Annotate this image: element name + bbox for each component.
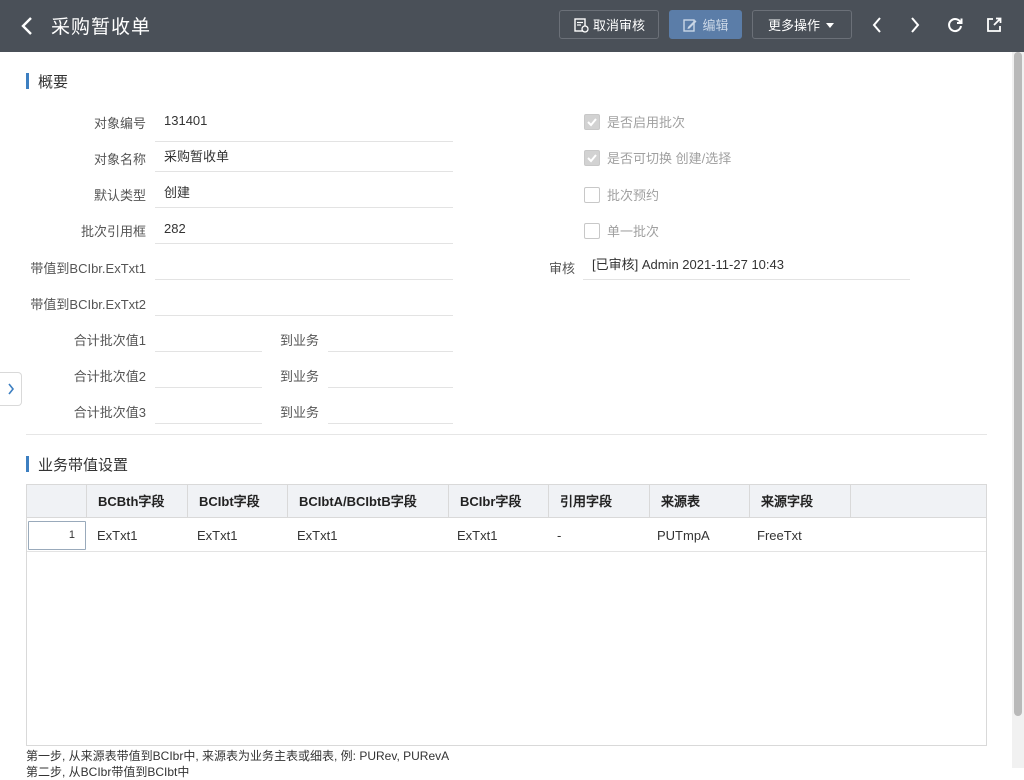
sum3-to-business-field[interactable] bbox=[328, 388, 453, 424]
edit-label: 编辑 bbox=[702, 18, 729, 33]
object-name-label: 对象名称 bbox=[93, 152, 146, 167]
cell-bcibta[interactable]: ExTxt1 bbox=[287, 519, 337, 552]
batch-reserve-checkbox[interactable]: 批次预约 bbox=[584, 185, 659, 204]
section-divider bbox=[26, 434, 987, 435]
review-field: [已审核] Admin 2021-11-27 10:43 bbox=[583, 244, 910, 280]
next-record-button[interactable] bbox=[902, 12, 928, 38]
grid-header-rownum bbox=[27, 485, 87, 518]
chevron-right-icon bbox=[911, 17, 920, 33]
single-batch-label: 单一批次 bbox=[607, 224, 660, 239]
sum3-to-business-label: 到业务 bbox=[280, 405, 320, 420]
cancel-review-label: 取消审核 bbox=[592, 18, 645, 33]
grid-header-bcbth[interactable]: BCBth字段 bbox=[87, 485, 188, 518]
check-icon bbox=[584, 149, 600, 166]
carry-txt1-field[interactable] bbox=[155, 244, 453, 280]
sum2-to-business-field[interactable] bbox=[328, 352, 453, 388]
check-icon bbox=[584, 113, 600, 130]
enable-batch-label: 是否启用批次 bbox=[607, 115, 686, 130]
carry-section-title: 业务带值设置 bbox=[26, 454, 128, 475]
more-actions-label: 更多操作 bbox=[767, 18, 820, 33]
sum2-field[interactable] bbox=[155, 352, 262, 388]
cell-source-field[interactable]: FreeTxt bbox=[747, 519, 802, 552]
grid-header: BCBth字段 BCIbt字段 BCIbtA/BCIbtB字段 BCIbr字段 … bbox=[27, 485, 986, 518]
grid-header-source-table[interactable]: 来源表 bbox=[650, 485, 750, 518]
previous-record-button[interactable] bbox=[864, 12, 890, 38]
sum3-field[interactable] bbox=[155, 388, 262, 424]
external-link-icon bbox=[987, 17, 1002, 32]
object-name-field[interactable]: 采购暂收单 bbox=[155, 136, 453, 172]
batch-reserve-label: 批次预约 bbox=[607, 188, 660, 203]
more-actions-dropdown[interactable]: 更多操作 bbox=[752, 10, 852, 39]
open-external-button[interactable] bbox=[981, 12, 1007, 38]
sum2-to-business-label: 到业务 bbox=[280, 369, 320, 384]
batch-ref-box-label: 批次引用框 bbox=[80, 224, 146, 239]
sum3-label: 合计批次值3 bbox=[73, 405, 146, 420]
sum2-label: 合计批次值2 bbox=[73, 369, 146, 384]
review-label: 审核 bbox=[548, 261, 575, 276]
grid-header-bcibr[interactable]: BCIbr字段 bbox=[449, 485, 549, 518]
grid-header-source-field[interactable]: 来源字段 bbox=[750, 485, 851, 518]
page-title: 采购暂收单 bbox=[51, 17, 152, 38]
sum1-field[interactable] bbox=[155, 316, 262, 352]
object-no-label: 对象编号 bbox=[93, 116, 146, 131]
edit-button[interactable]: 编辑 bbox=[669, 10, 742, 39]
carry-settings-grid: BCBth字段 BCIbt字段 BCIbtA/BCIbtB字段 BCIbr字段 … bbox=[26, 484, 987, 746]
grid-header-ref-field[interactable]: 引用字段 bbox=[549, 485, 650, 518]
enable-batch-checkbox[interactable]: 是否启用批次 bbox=[584, 112, 685, 131]
app-header: 采购暂收单 取消审核 编辑 更多操作 bbox=[0, 0, 1024, 52]
help-note-1: 第一步, 从来源表带值到BCIbr中, 来源表为业务主表或细表, 例: PURe… bbox=[26, 749, 450, 763]
carry-txt1-label: 带值到BCIbr.ExTxt1 bbox=[30, 261, 146, 276]
edit-icon bbox=[683, 18, 697, 32]
scrollbar-thumb[interactable] bbox=[1014, 52, 1022, 716]
default-type-label: 默认类型 bbox=[93, 188, 146, 203]
grid-header-bcibt[interactable]: BCIbt字段 bbox=[188, 485, 288, 518]
carry-txt2-label: 带值到BCIbr.ExTxt2 bbox=[30, 297, 146, 312]
checkbox-box bbox=[584, 186, 600, 203]
default-type-field[interactable]: 创建 bbox=[155, 172, 453, 208]
cell-bcbth[interactable]: ExTxt1 bbox=[87, 519, 137, 552]
cell-source-table[interactable]: PUTmpA bbox=[647, 519, 710, 552]
chevron-left-icon bbox=[21, 17, 32, 35]
caret-down-icon bbox=[826, 22, 834, 28]
table-row[interactable]: 1 ExTxt1 ExTxt1 ExTxt1 ExTxt1 - PUTmpA F… bbox=[27, 519, 986, 552]
refresh-icon bbox=[948, 18, 963, 33]
grid-header-bcibta[interactable]: BCIbtA/BCIbtB字段 bbox=[288, 485, 449, 518]
carry-txt2-field[interactable] bbox=[155, 280, 453, 316]
chevron-left-icon bbox=[872, 17, 881, 33]
cell-ref-field[interactable]: - bbox=[547, 519, 561, 552]
cancel-review-icon bbox=[574, 17, 589, 33]
checkbox-box bbox=[584, 222, 600, 239]
vertical-scrollbar[interactable] bbox=[1012, 52, 1024, 768]
overview-section-title: 概要 bbox=[26, 71, 68, 92]
cell-bcibt[interactable]: ExTxt1 bbox=[187, 519, 237, 552]
sum1-to-business-label: 到业务 bbox=[280, 333, 320, 348]
sum1-label: 合计批次值1 bbox=[73, 333, 146, 348]
single-batch-checkbox[interactable]: 单一批次 bbox=[584, 221, 659, 240]
help-note-2: 第二步, 从BCIbr带值到BCIbt中 bbox=[26, 765, 190, 779]
batch-ref-box-field[interactable]: 282 bbox=[155, 208, 453, 244]
cell-bcibr[interactable]: ExTxt1 bbox=[447, 519, 497, 552]
sum1-to-business-field[interactable] bbox=[328, 316, 453, 352]
back-button[interactable] bbox=[12, 10, 42, 42]
refresh-button[interactable] bbox=[942, 12, 968, 38]
cancel-review-button[interactable]: 取消审核 bbox=[559, 10, 659, 39]
switchable-checkbox[interactable]: 是否可切换 创建/选择 bbox=[584, 148, 731, 167]
row-number[interactable]: 1 bbox=[28, 521, 86, 550]
switchable-label: 是否可切换 创建/选择 bbox=[607, 151, 732, 166]
